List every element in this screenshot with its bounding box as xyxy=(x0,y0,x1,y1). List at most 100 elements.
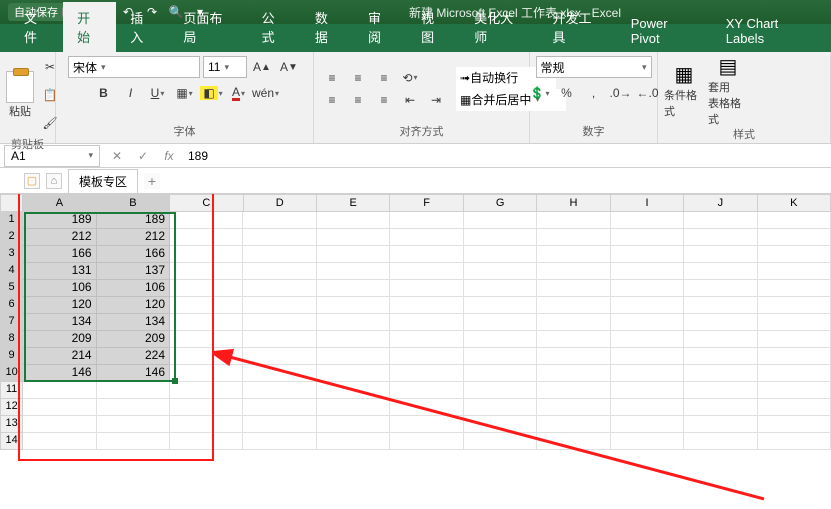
cell[interactable] xyxy=(537,416,610,433)
cell[interactable] xyxy=(758,416,831,433)
template-zone-tab[interactable]: 模板专区 xyxy=(68,169,138,193)
cell[interactable]: 134 xyxy=(23,314,96,331)
cell[interactable] xyxy=(390,433,463,450)
cell[interactable] xyxy=(684,348,757,365)
enter-icon[interactable]: ✓ xyxy=(130,145,156,167)
folder-icon[interactable]: ▢ xyxy=(24,173,40,189)
cell[interactable]: 189 xyxy=(97,212,170,229)
cell[interactable] xyxy=(684,416,757,433)
cell[interactable] xyxy=(464,280,537,297)
tab-页面布局[interactable]: 页面布局 xyxy=(169,2,247,52)
cell[interactable] xyxy=(170,433,243,450)
fill-handle[interactable] xyxy=(172,378,178,384)
row-header[interactable]: 6 xyxy=(0,297,23,314)
column-header[interactable]: K xyxy=(758,194,831,212)
cell[interactable] xyxy=(317,229,390,246)
cell[interactable]: 189 xyxy=(23,212,96,229)
cell[interactable] xyxy=(170,314,243,331)
cell[interactable] xyxy=(243,297,316,314)
column-header[interactable]: I xyxy=(611,194,684,212)
decrease-decimal-icon[interactable]: ←.0 xyxy=(636,82,660,104)
align-right-icon[interactable]: ≡ xyxy=(372,89,396,111)
cell[interactable] xyxy=(464,382,537,399)
cell[interactable] xyxy=(611,263,684,280)
cell[interactable] xyxy=(317,348,390,365)
cell[interactable] xyxy=(390,382,463,399)
cell[interactable]: 131 xyxy=(23,263,96,280)
cell[interactable] xyxy=(611,365,684,382)
cell[interactable]: 146 xyxy=(23,365,96,382)
cell[interactable] xyxy=(390,348,463,365)
cell[interactable] xyxy=(170,365,243,382)
cell[interactable] xyxy=(758,297,831,314)
cell[interactable] xyxy=(243,331,316,348)
cell[interactable] xyxy=(611,348,684,365)
tab-美化大师[interactable]: 美化大师 xyxy=(460,2,538,52)
cell[interactable] xyxy=(170,246,243,263)
cell[interactable] xyxy=(97,399,170,416)
cell[interactable] xyxy=(611,280,684,297)
cell[interactable] xyxy=(243,433,316,450)
cell[interactable] xyxy=(684,263,757,280)
row-header[interactable]: 10 xyxy=(0,365,23,382)
row-header[interactable]: 11 xyxy=(0,382,23,399)
cell[interactable]: 106 xyxy=(23,280,96,297)
cell[interactable] xyxy=(684,229,757,246)
cell[interactable] xyxy=(317,280,390,297)
row-header[interactable]: 1 xyxy=(0,212,23,229)
cell[interactable] xyxy=(758,348,831,365)
cell[interactable] xyxy=(243,246,316,263)
cell[interactable] xyxy=(317,416,390,433)
cell[interactable] xyxy=(317,433,390,450)
cell[interactable] xyxy=(684,212,757,229)
cell[interactable] xyxy=(537,229,610,246)
cell[interactable]: 146 xyxy=(97,365,170,382)
cell[interactable] xyxy=(243,229,316,246)
cancel-icon[interactable]: ✕ xyxy=(104,145,130,167)
cell[interactable] xyxy=(684,297,757,314)
cell[interactable] xyxy=(97,382,170,399)
underline-button[interactable]: U▾ xyxy=(146,82,170,104)
column-header[interactable]: G xyxy=(464,194,537,212)
cell[interactable] xyxy=(243,382,316,399)
row-header[interactable]: 5 xyxy=(0,280,23,297)
cell[interactable] xyxy=(464,297,537,314)
cell[interactable] xyxy=(611,246,684,263)
tab-文件[interactable]: 文件 xyxy=(10,2,63,52)
cell[interactable] xyxy=(464,314,537,331)
cell[interactable] xyxy=(758,280,831,297)
tab-数据[interactable]: 数据 xyxy=(301,2,354,52)
cell[interactable]: 137 xyxy=(97,263,170,280)
indent-decrease-icon[interactable]: ⇤ xyxy=(398,89,422,111)
cell[interactable]: 120 xyxy=(97,297,170,314)
align-left-icon[interactable]: ≡ xyxy=(320,89,344,111)
column-header[interactable]: J xyxy=(684,194,757,212)
cell[interactable] xyxy=(317,263,390,280)
paste-button[interactable]: 粘贴 xyxy=(6,61,34,129)
comma-format-icon[interactable]: , xyxy=(582,82,606,104)
row-header[interactable]: 9 xyxy=(0,348,23,365)
cell[interactable]: 134 xyxy=(97,314,170,331)
tab-插入[interactable]: 插入 xyxy=(116,2,169,52)
italic-button[interactable]: I xyxy=(119,82,143,104)
cell[interactable]: 106 xyxy=(97,280,170,297)
cell[interactable]: 212 xyxy=(23,229,96,246)
increase-font-icon[interactable]: A▲ xyxy=(250,56,274,78)
cell[interactable] xyxy=(611,399,684,416)
cell[interactable] xyxy=(390,416,463,433)
home-icon[interactable]: ⌂ xyxy=(46,173,62,189)
cell[interactable] xyxy=(537,263,610,280)
cell[interactable] xyxy=(170,263,243,280)
align-bottom-icon[interactable]: ≡ xyxy=(372,67,396,89)
cell[interactable] xyxy=(390,399,463,416)
row-header[interactable]: 4 xyxy=(0,263,23,280)
cell[interactable] xyxy=(684,314,757,331)
cell[interactable] xyxy=(390,331,463,348)
row-header[interactable]: 2 xyxy=(0,229,23,246)
cell[interactable] xyxy=(537,280,610,297)
select-all-corner[interactable] xyxy=(0,194,23,212)
cell[interactable] xyxy=(611,382,684,399)
cell[interactable] xyxy=(390,365,463,382)
cell[interactable] xyxy=(684,331,757,348)
cell[interactable] xyxy=(758,331,831,348)
